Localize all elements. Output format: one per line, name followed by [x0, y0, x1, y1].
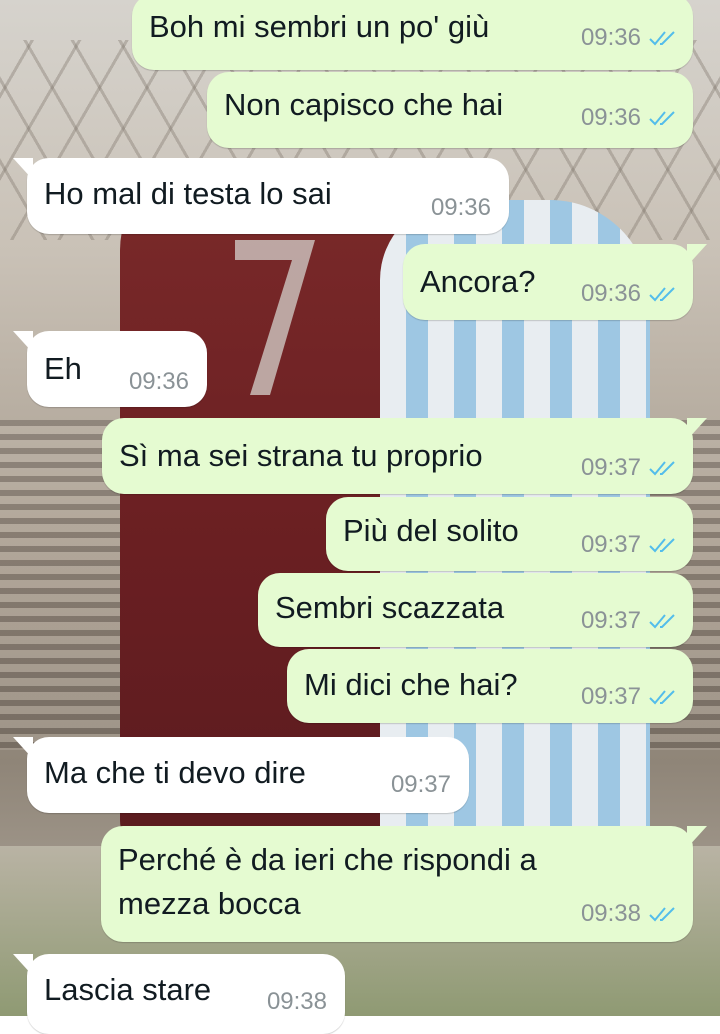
message-text: Sembri scazzata: [275, 590, 505, 625]
message-time: 09:37: [390, 771, 451, 798]
message-text: Eh: [44, 351, 82, 386]
bubble-tail: [687, 244, 707, 266]
message-incoming[interactable]: Ho mal di testa lo sai 09:36: [13, 158, 509, 234]
read-ticks-icon: [649, 31, 675, 46]
message-text: Più del solito: [343, 513, 519, 548]
bubble-tail: [13, 737, 33, 759]
message-outgoing[interactable]: Mi dici che hai? 09:37: [287, 649, 693, 723]
message-text: Ma che ti devo dire: [44, 755, 306, 790]
message-text: Ho mal di testa lo sai: [44, 176, 332, 211]
message-meta: 09:37: [581, 683, 679, 711]
message-meta: 09:37: [581, 454, 679, 482]
message-time: 09:36: [580, 280, 641, 307]
message-outgoing[interactable]: Non capisco che hai 09:36: [207, 72, 693, 148]
bubble-tail: [13, 331, 33, 353]
message-meta: 09:36: [581, 24, 679, 52]
message-incoming[interactable]: Lascia stare 09:38: [13, 954, 345, 1034]
message-meta: 09:36: [581, 280, 679, 308]
message-list[interactable]: Boh mi sembri un po' giù 09:36 Non capis…: [0, 0, 720, 1034]
message-outgoing[interactable]: Più del solito 09:37: [326, 497, 693, 571]
message-meta: 09:38: [581, 900, 679, 928]
message-meta: 09:37: [581, 531, 679, 559]
message-meta: 09:38: [267, 988, 327, 1016]
message-outgoing[interactable]: Perché è da ieri che rispondi a mezza bo…: [101, 826, 707, 942]
message-meta: 09:37: [581, 607, 679, 635]
message-time: 09:37: [580, 531, 641, 558]
message-time: 09:38: [580, 900, 641, 927]
read-ticks-icon: [649, 111, 675, 126]
read-ticks-icon: [649, 614, 675, 629]
read-ticks-icon: [649, 461, 675, 476]
bubble-tail: [13, 954, 33, 976]
message-meta: 09:37: [391, 771, 451, 799]
message-time: 09:36: [580, 24, 641, 51]
message-time: 09:36: [128, 368, 189, 395]
bubble-tail: [13, 158, 33, 180]
message-text-line-1: Perché è da ieri che rispondi a: [118, 842, 537, 877]
message-text-line-2: mezza bocca: [118, 886, 301, 921]
message-meta: 09:36: [431, 194, 491, 222]
message-meta: 09:36: [581, 104, 679, 132]
message-meta: 09:36: [129, 368, 189, 396]
message-time: 09:37: [580, 607, 641, 634]
message-text: Sì ma sei strana tu proprio: [119, 438, 483, 473]
message-incoming[interactable]: Ma che ti devo dire 09:37: [13, 737, 469, 813]
message-outgoing[interactable]: Ancora? 09:36: [403, 244, 707, 320]
read-ticks-icon: [649, 287, 675, 302]
message-text: Mi dici che hai?: [304, 667, 518, 702]
message-time: 09:37: [580, 683, 641, 710]
message-time: 09:37: [580, 454, 641, 481]
message-text: Ancora?: [420, 264, 536, 299]
bubble-tail: [687, 826, 707, 848]
message-text: Non capisco che hai: [224, 87, 504, 122]
message-time: 09:36: [580, 104, 641, 131]
read-ticks-icon: [649, 538, 675, 553]
message-outgoing[interactable]: Boh mi sembri un po' giù 09:36: [132, 0, 693, 70]
message-time: 09:36: [430, 194, 491, 221]
read-ticks-icon: [649, 690, 675, 705]
message-outgoing[interactable]: Sembri scazzata 09:37: [258, 573, 693, 647]
message-time: 09:38: [266, 988, 327, 1015]
message-text: Boh mi sembri un po' giù: [149, 9, 490, 44]
message-incoming[interactable]: Eh 09:36: [13, 331, 207, 407]
read-ticks-icon: [649, 907, 675, 922]
bubble-tail: [687, 418, 707, 440]
message-outgoing[interactable]: Sì ma sei strana tu proprio 09:37: [102, 418, 707, 494]
message-text: Lascia stare: [44, 972, 212, 1007]
